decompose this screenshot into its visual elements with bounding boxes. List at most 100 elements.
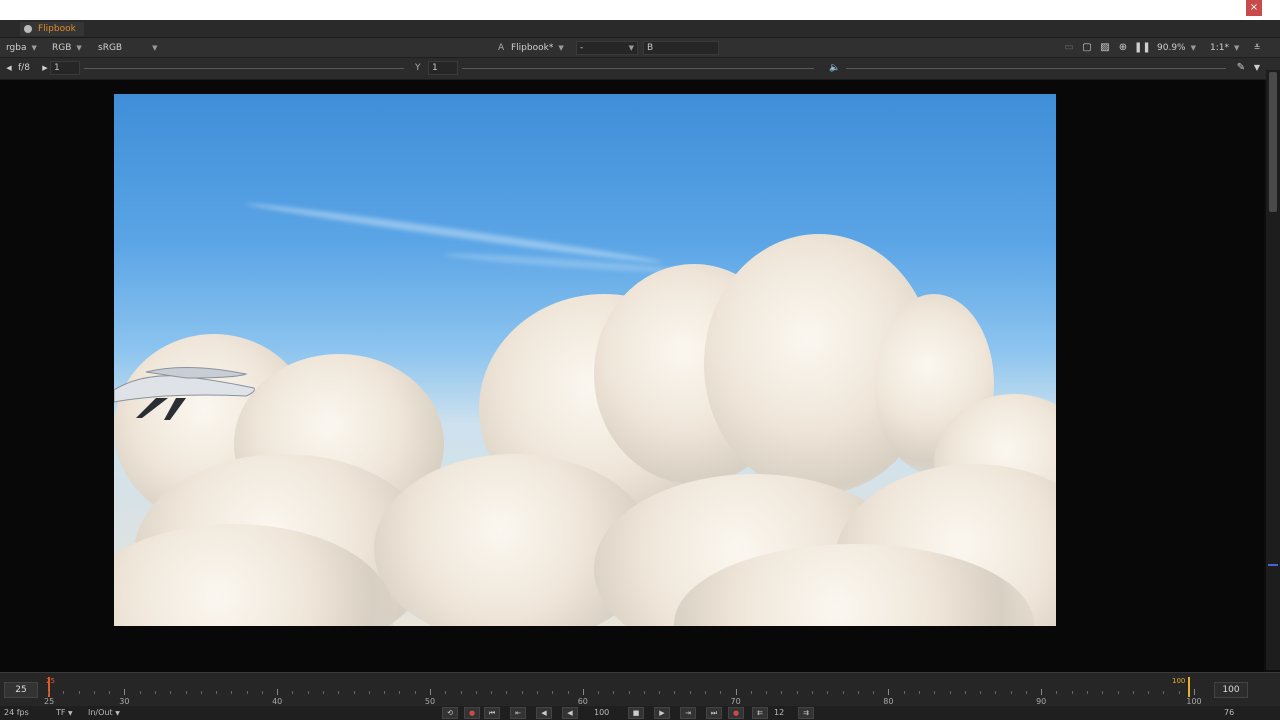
ruler-tick (1148, 691, 1150, 694)
sky-streak (444, 250, 684, 276)
panel-menu-icon[interactable]: ≚ (1250, 41, 1264, 55)
input-a-dropdown[interactable]: Flipbook* ▼ (511, 41, 564, 55)
roi-icon[interactable]: ▭ (1062, 41, 1076, 55)
chevron-down-icon: ▼ (31, 44, 37, 52)
play-backward-icon[interactable]: ◀ (562, 707, 578, 719)
ruler-tick (980, 691, 982, 694)
ruler-tick (1056, 691, 1058, 694)
ruler-tick (231, 691, 233, 694)
channels-dropdown[interactable]: rgba ▼ (6, 41, 37, 55)
step-back-by-icon[interactable]: ⇇ (752, 707, 768, 719)
ruler-tick (1071, 691, 1073, 694)
chevron-down-icon: ▼ (68, 710, 73, 717)
last-frame-icon[interactable]: ⏭ (706, 707, 722, 719)
ruler-tick (827, 691, 829, 694)
compare-value: - (580, 43, 584, 53)
ruler-tick (735, 689, 737, 695)
playback-bar: 24 fps TF ▼ In/Out ▼ ⟲ ● ⏮ ⇤ ◀ ◀ 100 ■ ▶… (0, 706, 1280, 720)
range-mode-dropdown[interactable]: In/Out ▼ (88, 707, 120, 719)
step-forward-by-icon[interactable]: ⇉ (798, 707, 814, 719)
chevron-down-icon[interactable]: ▼ (1250, 61, 1264, 75)
step-back-icon[interactable]: ◀ (536, 707, 552, 719)
stop-icon[interactable]: ■ (628, 707, 644, 719)
frame-count: 76 (1224, 708, 1235, 717)
ruler-tick (536, 691, 538, 694)
rendered-frame (114, 94, 1056, 626)
target-icon[interactable]: ⊕ (1116, 41, 1130, 55)
current-frame-input[interactable]: 25 (4, 682, 38, 698)
gain-value: 1 (54, 63, 60, 73)
exposure-toolbar: ◀ f/8 ▶ 1 Y 1 🔈 ✎ ▼ (0, 58, 1280, 80)
ruler-label: 80 (883, 697, 894, 706)
ruler-tick (918, 691, 920, 694)
pause-icon[interactable]: ❚❚ (1134, 41, 1151, 55)
ruler-tick (506, 691, 508, 694)
play-forward-icon[interactable]: ▶ (654, 707, 670, 719)
ruler-tick (109, 691, 111, 694)
ruler-tick (1025, 691, 1027, 694)
ruler-tick (1132, 691, 1134, 694)
vertical-scrollbar[interactable] (1266, 70, 1280, 670)
loop-icon[interactable]: ⟲ (442, 707, 458, 719)
ruler-tick (628, 691, 630, 694)
playhead[interactable] (1188, 677, 1190, 697)
zebra-icon[interactable]: ▨ (1098, 41, 1112, 55)
volume-slider[interactable] (846, 68, 1226, 69)
ruler-tick (582, 689, 584, 695)
ruler-tick (643, 691, 645, 694)
gamma-input[interactable]: 1 (428, 61, 458, 75)
viewer-canvas[interactable] (0, 80, 1264, 672)
fps-dropdown[interactable]: 24 fps (4, 707, 29, 719)
step-increment[interactable]: 12 (774, 707, 784, 719)
aircraft (114, 366, 255, 420)
ruler-tick (353, 691, 355, 694)
zoom-value: 90.9% (1157, 43, 1186, 53)
proxy-dropdown[interactable]: 1:1* ▼ (1210, 41, 1239, 55)
tf-dropdown[interactable]: TF ▼ (56, 707, 73, 719)
ruler-tick (338, 691, 340, 694)
record-icon[interactable]: ● (464, 707, 480, 719)
compare-dropdown[interactable]: - ▼ (576, 41, 638, 55)
ruler-tick (1041, 689, 1043, 695)
ruler-tick (216, 691, 218, 694)
close-button[interactable]: × (1246, 0, 1262, 16)
frame-icon[interactable]: ▢ (1080, 41, 1094, 55)
gamma-slider[interactable] (462, 68, 814, 69)
gain-slider[interactable] (84, 68, 404, 69)
ruler-label: 50 (424, 697, 436, 706)
record-out-icon[interactable]: ● (728, 707, 744, 719)
input-b-dropdown[interactable]: B (643, 41, 719, 55)
playback-frame[interactable]: 100 (594, 707, 609, 719)
ruler-tick (307, 691, 309, 694)
ruler-tick (78, 691, 80, 694)
ruler-tick (323, 691, 325, 694)
gamma-label: Y (415, 63, 421, 73)
ruler-tick (766, 691, 768, 694)
viewer-toolbar: rgba ▼ RGB ▼ sRGB ▼ A Flipbook* ▼ - ▼ B ▭ ▢ … (0, 38, 1280, 58)
scrollbar-thumb[interactable] (1269, 72, 1277, 212)
scrollbar-marker (1268, 564, 1278, 566)
input-b-label: B (647, 43, 654, 53)
ruler-label: 70 (730, 697, 741, 706)
chevron-left-icon[interactable]: ◀ (2, 61, 16, 75)
gain-input[interactable]: 1 (50, 61, 80, 75)
input-a-label: A (498, 43, 505, 53)
colorspace-dropdown[interactable]: sRGB ▼ (98, 41, 157, 55)
end-frame-input[interactable]: 100 (1214, 682, 1248, 698)
ruler-label: 60 (577, 697, 588, 706)
speaker-icon[interactable]: 🔈 (828, 61, 842, 75)
tab-flipbook[interactable]: Flipbook (20, 22, 84, 36)
timeline-ruler[interactable]: 25 25 100 30 40 50 60 70 80 90 100 (42, 677, 1212, 706)
zoom-dropdown[interactable]: 90.9% ▼ (1157, 41, 1196, 55)
ruler-tick (750, 691, 752, 694)
ruler-tick (796, 691, 798, 694)
ruler-label: 100 (1186, 697, 1202, 706)
pen-icon[interactable]: ✎ (1234, 61, 1248, 75)
channel-mode-dropdown[interactable]: RGB ▼ (52, 41, 82, 55)
ruler-tick (1117, 691, 1119, 694)
prev-keyframe-icon[interactable]: ⇤ (510, 707, 526, 719)
first-frame-icon[interactable]: ⏮ (484, 707, 500, 719)
next-keyframe-icon[interactable]: ⇥ (680, 707, 696, 719)
ruler-tick (873, 691, 875, 694)
ruler-tick (261, 691, 263, 694)
